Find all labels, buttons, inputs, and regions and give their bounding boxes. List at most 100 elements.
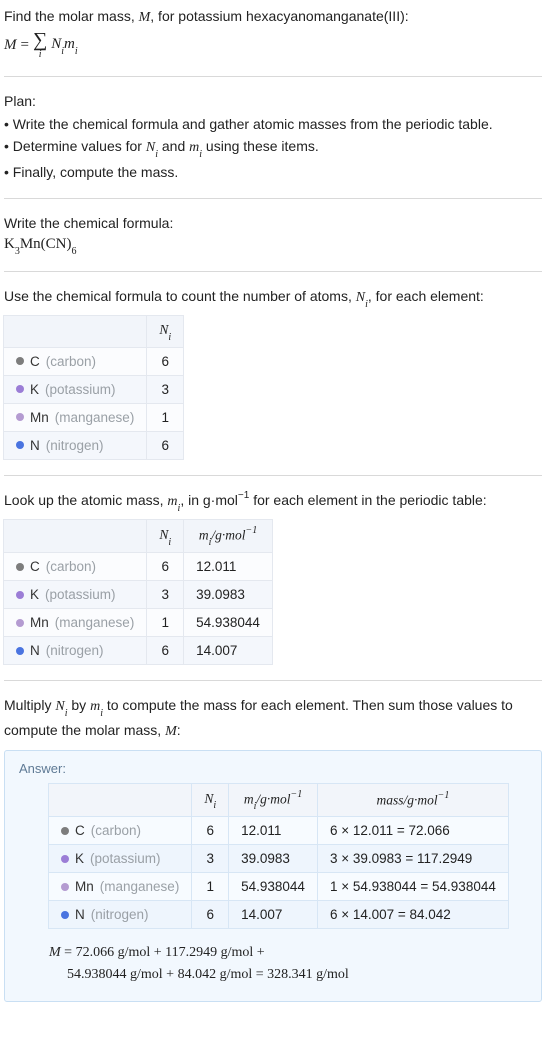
element-name: (carbon) [46,559,96,574]
eq-eq: = [21,37,29,54]
element-symbol: C [75,823,85,838]
element-symbol: N [30,438,40,453]
element-name: (carbon) [46,354,96,369]
cell-element: K(potassium) [4,375,147,403]
cell-element: Mn (manganese) [4,403,147,431]
element-color-dot [16,413,24,421]
element-cell: C (carbon) [61,823,179,838]
element-color-dot [61,827,69,835]
element-color-dot [61,883,69,891]
element-color-dot [16,441,24,449]
cell-Ni: 6 [147,431,183,459]
element-symbol: Mn [30,410,49,425]
cell-Ni: 6 [147,553,184,581]
element-name: (potassium) [90,851,161,866]
table-row: Mn (manganese) 1 [4,403,183,431]
cell-element: K(potassium) [49,845,192,873]
table-row: K(potassium)339.0983 [4,581,272,609]
cell-Ni: 1 [147,403,183,431]
element-cell: Mn (manganese) [16,410,134,425]
multiply-text: Multiply Ni by mi to compute the mass fo… [4,695,542,742]
intro-M: M [139,10,151,25]
cell-Ni: 1 [192,873,229,901]
element-color-dot [16,647,24,655]
element-name: (nitrogen) [46,438,104,453]
table-row: K(potassium)339.09833 × 39.0983 = 117.29… [49,845,508,873]
element-symbol: Mn [75,879,94,894]
col-mass: mass/g·mol−1 [317,784,507,817]
col-mi: mi/g·mol−1 [184,520,272,553]
table-row: N(nitrogen)614.0076 × 14.007 = 84.042 [49,901,508,929]
table-row: C (carbon) 612.011 [4,553,272,581]
element-color-dot [16,563,24,571]
cell-mi: 39.0983 [184,581,272,609]
plan-bullet-2: • Determine values for Ni and mi using t… [4,136,542,160]
table-row: N (nitrogen) 6 [4,431,183,459]
cell-element: C (carbon) [4,347,147,375]
count-atoms-text: Use the chemical formula to count the nu… [4,286,542,310]
element-cell: N (nitrogen) [16,643,134,658]
element-symbol: N [30,643,40,658]
cell-mi: 14.007 [184,637,272,665]
table-row: C(carbon)612.0116 × 12.011 = 72.066 [49,817,508,845]
element-cell: K(potassium) [61,851,179,866]
plan-bullet-1: • Write the chemical formula and gather … [4,114,542,134]
element-symbol: K [30,382,39,397]
cell-Ni: 6 [192,901,229,929]
cell-mi: 54.938044 [184,609,272,637]
cell-Ni: 6 [147,637,184,665]
intro-text: Find the molar mass, M, for potassium he… [4,6,542,28]
cell-mass: 6 × 12.011 = 72.066 [317,817,507,845]
cell-mass: 1 × 54.938044 = 54.938044 [317,873,507,901]
eq-Ni: Nimi [51,36,77,55]
element-cell: N(nitrogen) [61,907,179,922]
cell-element: Mn (manganese) [49,873,192,901]
cell-mi: 14.007 [229,901,318,929]
col-element [4,520,147,553]
plan-bullet-3: • Finally, compute the mass. [4,162,542,182]
write-formula-heading: Write the chemical formula: [4,213,542,233]
cell-element: N (nitrogen) [4,431,147,459]
element-color-dot [16,619,24,627]
cell-mi: 12.011 [184,553,272,581]
cell-element: C (carbon) [49,817,192,845]
cell-Ni: 6 [147,347,183,375]
table-row: Mn (manganese) 154.9380441 × 54.938044 = 5… [49,873,508,901]
cell-element: N(nitrogen) [49,901,192,929]
element-color-dot [16,357,24,365]
answer-table: Ni mi/g·mol−1 mass/g·mol−1 C (carbon) 6 12.… [49,784,508,928]
sum-symbol: ∑ i [33,30,47,60]
element-name: (manganese) [55,615,135,630]
element-symbol: C [30,354,40,369]
element-cell: Mn (manganese) [16,615,134,630]
table-row: C (carbon) 6 [4,347,183,375]
cell-mi: 12.011 [229,817,318,845]
answer-box: Answer: Ni mi/g·mol−1 mass/g·mol−1 C (car… [4,750,542,1002]
cell-element: C (carbon) [4,553,147,581]
atom-count-table: Ni C(carbon)6K(potassium)3Mn(manganese)1… [4,316,183,459]
element-name: (manganese) [55,410,135,425]
col-mi: mi/g·mol−1 [229,784,318,817]
element-symbol: Mn [30,615,49,630]
element-cell: K(potassium) [16,382,134,397]
intro-text-b: , for potassium hexacyanomanganate(III): [150,8,408,24]
col-element [4,316,147,347]
sum-index: i [39,50,42,60]
table-row: N (nitrogen) 614.007 [4,637,272,665]
element-symbol: K [30,587,39,602]
element-color-dot [61,911,69,919]
cell-Ni: 1 [147,609,184,637]
table-row: Mn (manganese) 154.938044 [4,609,272,637]
eq-M: M [4,37,17,54]
cell-mi: 54.938044 [229,873,318,901]
col-Ni: Ni [192,784,229,817]
cell-element: K(potassium) [4,581,147,609]
element-name: (manganese) [100,879,180,894]
element-symbol: C [30,559,40,574]
element-name: (carbon) [91,823,141,838]
element-name: (nitrogen) [46,643,104,658]
atomic-mass-text: Look up the atomic mass, mi, in g·mol−1 … [4,490,542,514]
cell-element: Mn (manganese) [4,609,147,637]
plan-heading: Plan: [4,91,542,111]
answer-label: Answer: [19,761,527,776]
